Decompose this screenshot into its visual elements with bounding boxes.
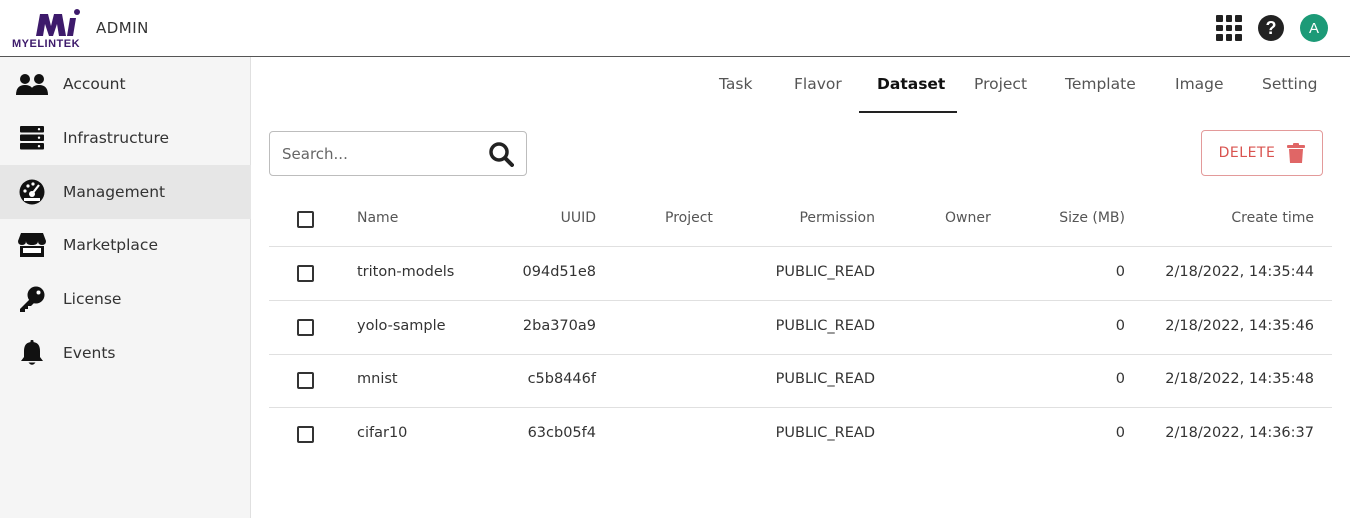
sidebar-item-infrastructure[interactable]: Infrastructure <box>0 111 251 165</box>
row-checkbox[interactable] <box>297 426 314 443</box>
brand-name: MYELINTEK <box>12 38 81 50</box>
sidebar-item-label: Account <box>63 74 126 93</box>
bell-icon <box>16 339 48 366</box>
tab-dataset[interactable]: Dataset <box>877 75 945 93</box>
row-checkbox[interactable] <box>297 372 314 389</box>
row-checkbox[interactable] <box>297 319 314 336</box>
cell-create-time: 2/18/2022, 14:35:46 <box>1165 318 1314 334</box>
search-icon[interactable] <box>488 141 514 167</box>
row-divider <box>269 300 1332 301</box>
sidebar-item-license[interactable]: License <box>0 272 251 326</box>
column-header-permission[interactable]: Permission <box>799 210 875 226</box>
store-icon <box>16 232 48 258</box>
cell-permission: PUBLIC_READ <box>775 425 875 441</box>
tab-image[interactable]: Image <box>1175 75 1224 93</box>
sidebar-item-marketplace[interactable]: Marketplace <box>0 218 251 272</box>
column-header-size[interactable]: Size (MB) <box>1059 210 1125 226</box>
sidebar-item-management[interactable]: Management <box>0 165 251 219</box>
cell-size: 0 <box>1115 318 1125 334</box>
trash-icon <box>1287 143 1306 163</box>
column-header-name[interactable]: Name <box>357 210 398 226</box>
gauge-icon <box>16 179 48 205</box>
tab-flavor[interactable]: Flavor <box>794 75 842 93</box>
sidebar-item-label: Events <box>63 343 116 362</box>
app-header: MYELINTEK ADMIN ? A <box>0 0 1350 57</box>
column-header-create-time[interactable]: Create time <box>1231 210 1314 226</box>
sidebar: Account Infrastructure Management Market… <box>0 57 251 518</box>
row-divider <box>269 354 1332 355</box>
cell-permission: PUBLIC_READ <box>775 264 875 280</box>
column-header-uuid[interactable]: UUID <box>561 210 596 226</box>
sidebar-item-label: Marketplace <box>63 235 158 254</box>
cell-create-time: 2/18/2022, 14:35:48 <box>1165 371 1314 387</box>
search-box <box>269 131 527 176</box>
cell-size: 0 <box>1115 371 1125 387</box>
sidebar-item-label: License <box>63 289 122 308</box>
cell-create-time: 2/18/2022, 14:35:44 <box>1165 264 1314 280</box>
cell-uuid: 2ba370a9 <box>522 318 596 334</box>
column-header-owner[interactable]: Owner <box>945 210 991 226</box>
tab-template[interactable]: Template <box>1065 75 1136 93</box>
help-icon[interactable]: ? <box>1258 15 1284 41</box>
cell-uuid: 094d51e8 <box>522 264 596 280</box>
sidebar-item-account[interactable]: Account <box>0 57 251 111</box>
active-tab-indicator <box>859 111 957 113</box>
user-avatar[interactable]: A <box>1300 14 1328 42</box>
server-icon <box>16 125 48 151</box>
tab-setting[interactable]: Setting <box>1262 75 1318 93</box>
cell-name[interactable]: cifar10 <box>357 425 407 441</box>
role-label: ADMIN <box>96 19 149 37</box>
column-header-project[interactable]: Project <box>665 210 713 226</box>
sidebar-item-label: Management <box>63 182 166 201</box>
sidebar-item-label: Infrastructure <box>63 128 170 147</box>
row-checkbox[interactable] <box>297 265 314 282</box>
delete-button[interactable]: DELETE <box>1201 130 1323 176</box>
tab-project[interactable]: Project <box>974 75 1027 93</box>
users-icon <box>16 71 48 97</box>
apps-grid-icon[interactable] <box>1216 15 1242 41</box>
select-all-checkbox[interactable] <box>297 211 314 228</box>
cell-permission: PUBLIC_READ <box>775 318 875 334</box>
sidebar-item-events[interactable]: Events <box>0 326 251 380</box>
cell-uuid: 63cb05f4 <box>527 425 596 441</box>
cell-name[interactable]: yolo-sample <box>357 318 446 334</box>
delete-button-label: DELETE <box>1218 145 1276 161</box>
cell-uuid: c5b8446f <box>527 371 596 387</box>
cell-create-time: 2/18/2022, 14:36:37 <box>1165 425 1314 441</box>
cell-size: 0 <box>1115 264 1125 280</box>
cell-permission: PUBLIC_READ <box>775 371 875 387</box>
tab-task[interactable]: Task <box>719 75 752 93</box>
row-divider <box>269 246 1332 247</box>
cell-name[interactable]: mnist <box>357 371 398 387</box>
cell-name[interactable]: triton-models <box>357 264 454 280</box>
myelintek-logo[interactable]: MYELINTEK <box>12 8 102 54</box>
row-divider <box>269 407 1332 408</box>
search-input[interactable] <box>282 144 472 164</box>
logo-mark-icon <box>36 9 80 36</box>
cell-size: 0 <box>1115 425 1125 441</box>
key-icon <box>16 286 48 312</box>
